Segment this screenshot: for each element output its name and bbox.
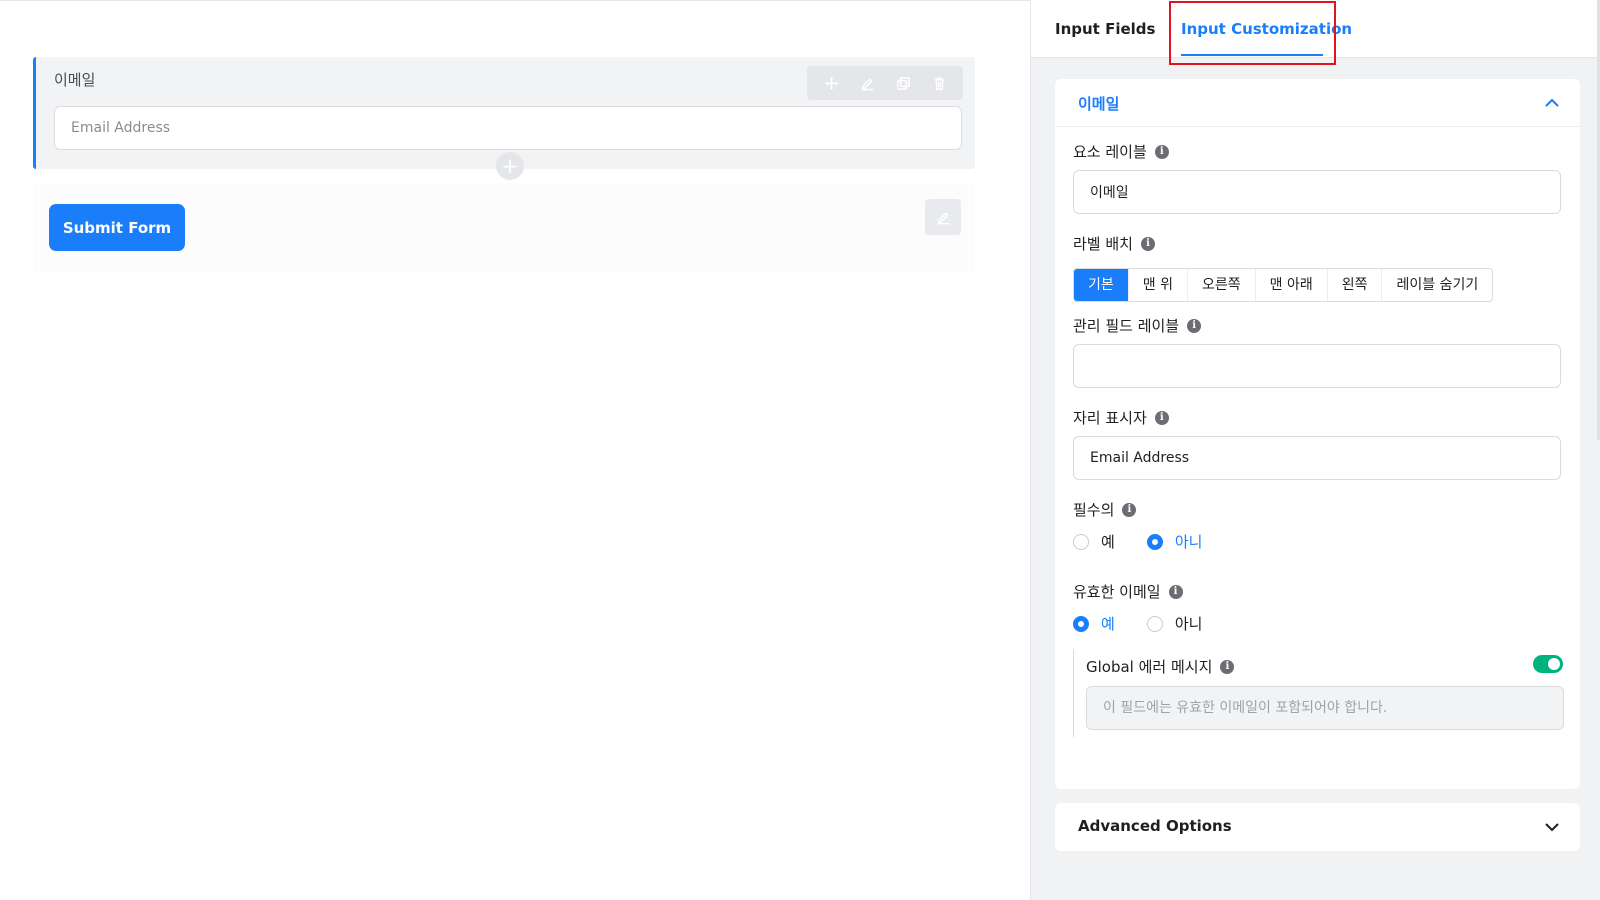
field-action-toolbar <box>807 66 963 100</box>
label-placement-selector: 기본 맨 위 오른쪽 맨 아래 왼쪽 레이블 숨기기 <box>1073 268 1494 302</box>
valid-email-yes-label: 예 <box>1101 615 1115 633</box>
valid-email-no-label: 아니 <box>1174 615 1203 633</box>
info-icon[interactable]: i <box>1154 144 1169 159</box>
advanced-options-section[interactable]: Advanced Options <box>1055 803 1580 851</box>
advanced-options-title: Advanced Options <box>1078 817 1232 835</box>
placement-option-top[interactable]: 맨 위 <box>1129 269 1188 301</box>
top-divider <box>0 0 1030 1</box>
element-label-input[interactable] <box>1073 170 1561 214</box>
radio-checked-icon[interactable] <box>1146 533 1163 550</box>
placement-option-bottom[interactable]: 맨 아래 <box>1256 269 1328 301</box>
global-error-heading: Global 에러 메시지 i <box>1086 656 1235 677</box>
form-editor-canvas: 이메일 + Submit Form <box>0 0 1030 900</box>
required-yes-option[interactable]: 예 <box>1073 531 1115 552</box>
duplicate-icon[interactable] <box>892 72 914 94</box>
element-label-text: 요소 레이블 <box>1073 143 1147 161</box>
info-icon[interactable]: i <box>1154 410 1169 425</box>
email-field-label: 이메일 <box>54 71 96 89</box>
required-text: 필수의 <box>1073 501 1115 519</box>
placement-option-right[interactable]: 오른쪽 <box>1188 269 1256 301</box>
placement-option-default[interactable]: 기본 <box>1074 269 1129 301</box>
valid-email-no-option[interactable]: 아니 <box>1146 613 1203 634</box>
required-no-label: 아니 <box>1174 533 1203 551</box>
delete-icon[interactable] <box>928 72 950 94</box>
submit-form-button[interactable]: Submit Form <box>49 204 185 251</box>
required-no-option[interactable]: 아니 <box>1146 531 1203 552</box>
info-icon[interactable]: i <box>1220 659 1235 674</box>
admin-label-text: 관리 필드 레이블 <box>1073 317 1180 335</box>
info-icon[interactable]: i <box>1122 502 1137 517</box>
section-header[interactable]: 이메일 <box>1055 79 1580 127</box>
global-error-block: Global 에러 메시지 i <box>1073 649 1564 737</box>
email-field-card[interactable]: 이메일 + <box>33 57 975 180</box>
add-field-symbol: + <box>501 154 519 178</box>
tab-input-fields[interactable]: Input Fields <box>1055 20 1155 38</box>
settings-tabs: Input Fields Input Customization <box>1031 0 1600 65</box>
edit-icon[interactable] <box>856 72 878 94</box>
label-placement-heading: 라벨 배치 i <box>1073 233 1155 254</box>
placeholder-text: 자리 표시자 <box>1073 409 1147 427</box>
element-label-heading: 요소 레이블 i <box>1073 141 1169 162</box>
info-icon[interactable]: i <box>1140 236 1155 251</box>
placement-option-left[interactable]: 왼쪽 <box>1328 269 1383 301</box>
placement-option-hide[interactable]: 레이블 숨기기 <box>1382 269 1492 301</box>
valid-email-text: 유효한 이메일 <box>1073 583 1161 601</box>
submit-button-area: Submit Form <box>33 183 975 273</box>
tab-highlight-box <box>1169 1 1336 65</box>
info-icon[interactable]: i <box>1187 318 1202 333</box>
radio-checked-icon[interactable] <box>1073 615 1089 632</box>
valid-email-heading: 유효한 이메일 i <box>1073 581 1183 602</box>
global-error-text: Global 에러 메시지 <box>1086 658 1213 676</box>
add-field-icon[interactable]: + <box>496 152 524 180</box>
chevron-down-icon[interactable] <box>1544 819 1560 835</box>
placeholder-heading: 자리 표시자 i <box>1073 407 1169 428</box>
chevron-up-icon[interactable] <box>1544 95 1560 111</box>
required-heading: 필수의 i <box>1073 499 1137 520</box>
move-icon[interactable] <box>820 72 842 94</box>
settings-panel: Input Fields Input Customization 이메일 요소 … <box>1030 0 1600 900</box>
radio-unchecked-icon[interactable] <box>1073 533 1089 550</box>
required-yes-label: 예 <box>1101 533 1115 551</box>
section-title: 이메일 <box>1078 95 1120 113</box>
radio-unchecked-icon[interactable] <box>1146 615 1163 632</box>
email-settings-section: 이메일 요소 레이블 i 라벨 배치 i 기본 맨 위 오른쪽 맨 아래 왼쪽 … <box>1055 79 1580 789</box>
admin-label-input[interactable] <box>1073 344 1561 388</box>
email-preview-input[interactable] <box>54 106 962 150</box>
placeholder-input[interactable] <box>1073 436 1561 480</box>
admin-label-heading: 관리 필드 레이블 i <box>1073 315 1202 336</box>
valid-email-yes-option[interactable]: 예 <box>1073 613 1115 634</box>
global-error-input[interactable] <box>1086 686 1564 730</box>
info-icon[interactable]: i <box>1168 584 1183 599</box>
label-placement-text: 라벨 배치 <box>1073 235 1133 253</box>
required-radio-group: 예 아니 <box>1073 531 1202 552</box>
global-error-toggle[interactable] <box>1533 655 1563 673</box>
submit-edit-icon[interactable] <box>925 199 961 235</box>
valid-email-radio-group: 예 아니 <box>1073 613 1202 634</box>
